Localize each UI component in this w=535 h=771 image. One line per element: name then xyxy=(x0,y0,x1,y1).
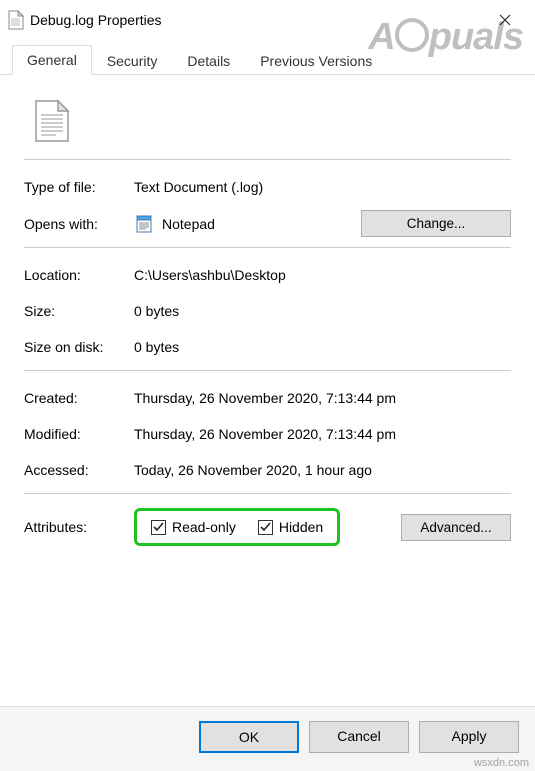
checkmark-icon xyxy=(258,520,273,535)
value-created: Thursday, 26 November 2020, 7:13:44 pm xyxy=(134,390,511,406)
value-modified: Thursday, 26 November 2020, 7:13:44 pm xyxy=(134,426,511,442)
row-location: Location: C:\Users\ashbu\Desktop xyxy=(24,262,511,288)
value-type-of-file: Text Document (.log) xyxy=(134,179,511,195)
apply-button[interactable]: Apply xyxy=(419,721,519,753)
label-opens-with: Opens with: xyxy=(24,216,134,232)
tab-details[interactable]: Details xyxy=(172,46,245,75)
tabstrip: General Security Details Previous Versio… xyxy=(0,38,535,75)
row-size-on-disk: Size on disk: 0 bytes xyxy=(24,334,511,360)
checkbox-read-only[interactable]: Read-only xyxy=(151,519,236,535)
label-attributes: Attributes: xyxy=(24,519,134,535)
tab-general[interactable]: General xyxy=(12,45,92,75)
checkbox-read-only-label: Read-only xyxy=(172,519,236,535)
label-modified: Modified: xyxy=(24,426,134,442)
tab-previous-versions[interactable]: Previous Versions xyxy=(245,46,387,75)
file-type-icon xyxy=(32,99,72,143)
value-opens-with: Notepad xyxy=(134,214,361,234)
window-title: Debug.log Properties xyxy=(30,12,485,28)
label-accessed: Accessed: xyxy=(24,462,134,478)
tab-security[interactable]: Security xyxy=(92,46,173,75)
cancel-button[interactable]: Cancel xyxy=(309,721,409,753)
separator xyxy=(24,247,511,248)
checkmark-icon xyxy=(151,520,166,535)
row-created: Created: Thursday, 26 November 2020, 7:1… xyxy=(24,385,511,411)
titlebar: Debug.log Properties xyxy=(0,0,535,38)
ok-button[interactable]: OK xyxy=(199,721,299,753)
row-attributes: Attributes: Read-only Hidden Advanced... xyxy=(24,508,511,546)
separator xyxy=(24,159,511,160)
opens-with-app-name: Notepad xyxy=(162,216,215,232)
row-size: Size: 0 bytes xyxy=(24,298,511,324)
attributes-highlight-box: Read-only Hidden xyxy=(134,508,340,546)
value-size-on-disk: 0 bytes xyxy=(134,339,511,355)
file-icon xyxy=(8,10,24,30)
notepad-icon xyxy=(134,214,154,234)
separator xyxy=(24,493,511,494)
checkbox-hidden[interactable]: Hidden xyxy=(258,519,323,535)
row-modified: Modified: Thursday, 26 November 2020, 7:… xyxy=(24,421,511,447)
label-type-of-file: Type of file: xyxy=(24,179,134,195)
row-type-of-file: Type of file: Text Document (.log) xyxy=(24,174,511,200)
row-opens-with: Opens with: Notepad Change... xyxy=(24,210,511,237)
advanced-button[interactable]: Advanced... xyxy=(401,514,511,541)
label-location: Location: xyxy=(24,267,134,283)
value-size: 0 bytes xyxy=(134,303,511,319)
general-panel: Type of file: Text Document (.log) Opens… xyxy=(0,75,535,556)
dialog-button-bar: OK Cancel Apply xyxy=(0,706,535,771)
close-button[interactable] xyxy=(485,6,525,34)
change-button[interactable]: Change... xyxy=(361,210,511,237)
row-accessed: Accessed: Today, 26 November 2020, 1 hou… xyxy=(24,457,511,483)
value-location: C:\Users\ashbu\Desktop xyxy=(134,267,511,283)
label-size: Size: xyxy=(24,303,134,319)
checkbox-hidden-label: Hidden xyxy=(279,519,323,535)
close-icon xyxy=(499,14,511,26)
value-accessed: Today, 26 November 2020, 1 hour ago xyxy=(134,462,511,478)
label-created: Created: xyxy=(24,390,134,406)
separator xyxy=(24,370,511,371)
label-size-on-disk: Size on disk: xyxy=(24,339,134,355)
